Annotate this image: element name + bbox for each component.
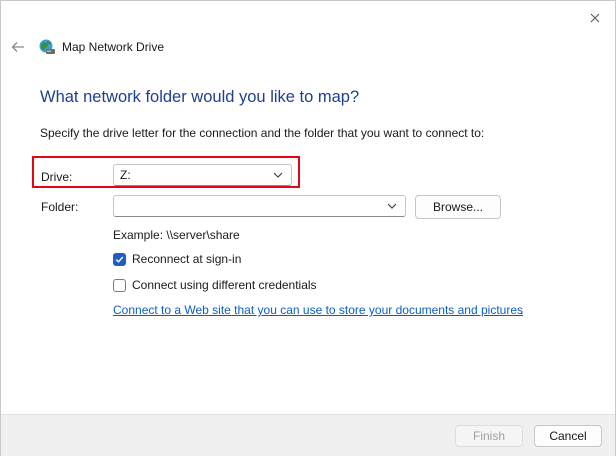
chevron-down-icon bbox=[387, 203, 397, 209]
chevron-down-icon bbox=[273, 172, 283, 178]
different-credentials-checkbox-row[interactable]: Connect using different credentials bbox=[113, 278, 317, 292]
instructions-text: Specify the drive letter for the connect… bbox=[40, 126, 485, 140]
reconnect-checkbox-row[interactable]: Reconnect at sign-in bbox=[113, 252, 241, 266]
close-button[interactable] bbox=[583, 7, 607, 29]
folder-combo-input[interactable] bbox=[113, 195, 406, 217]
reconnect-label: Reconnect at sign-in bbox=[132, 252, 242, 266]
back-button[interactable] bbox=[8, 37, 28, 57]
cancel-button[interactable]: Cancel bbox=[534, 425, 602, 447]
window-title: Map Network Drive bbox=[62, 40, 165, 54]
checkmark-icon bbox=[115, 256, 124, 263]
map-network-drive-window: Map Network Drive What network folder wo… bbox=[0, 0, 616, 456]
drive-label: Drive: bbox=[41, 170, 73, 184]
finish-button[interactable]: Finish bbox=[455, 425, 523, 447]
page-heading: What network folder would you like to ma… bbox=[40, 88, 360, 106]
network-drive-icon bbox=[39, 39, 55, 54]
different-credentials-checkbox[interactable] bbox=[113, 278, 126, 292]
title-area: Map Network Drive bbox=[38, 38, 164, 56]
example-text: Example: \\server\share bbox=[113, 228, 240, 242]
folder-label: Folder: bbox=[41, 200, 79, 214]
footer-bar: Finish Cancel bbox=[1, 414, 615, 456]
drive-select[interactable]: Z: bbox=[113, 164, 292, 186]
drive-value: Z: bbox=[120, 168, 131, 182]
web-site-link[interactable]: Connect to a Web site that you can use t… bbox=[113, 303, 523, 317]
close-icon bbox=[590, 13, 600, 23]
different-credentials-label: Connect using different credentials bbox=[132, 278, 317, 292]
link-period: . bbox=[520, 303, 524, 317]
arrow-left-icon bbox=[11, 42, 24, 52]
browse-button[interactable]: Browse... bbox=[415, 195, 501, 219]
reconnect-checkbox[interactable] bbox=[113, 252, 126, 266]
